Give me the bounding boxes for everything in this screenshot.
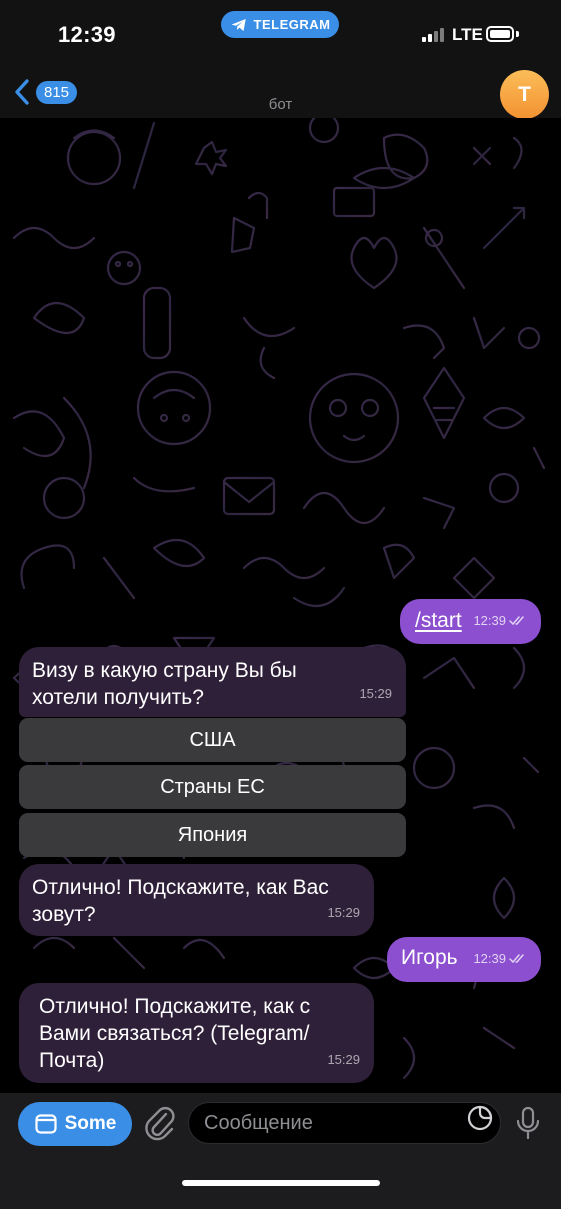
telegram-plane-icon bbox=[231, 18, 246, 31]
keyboard-button-eu[interactable]: Страны ЕС bbox=[19, 765, 406, 809]
message-meta: 12:39 bbox=[473, 945, 527, 972]
network-type: LTE bbox=[452, 25, 483, 44]
message-time: 15:29 bbox=[327, 905, 360, 920]
message-time: 12:39 bbox=[473, 613, 506, 628]
microphone-icon[interactable] bbox=[514, 1106, 542, 1140]
double-check-icon bbox=[509, 953, 524, 963]
bot-menu-button[interactable]: Some bbox=[18, 1102, 132, 1146]
chat-header: 815 бот T bbox=[0, 62, 561, 119]
message-incoming[interactable]: Отлично! Подскажите, как Вас зовут? 15:2… bbox=[19, 864, 374, 936]
message-meta: 12:39 bbox=[473, 607, 527, 634]
message-time: 15:29 bbox=[327, 1052, 360, 1067]
chat-area[interactable]: /start 12:39 Визу в какую страну Вы бы х… bbox=[4, 118, 557, 1093]
battery-icon bbox=[486, 26, 514, 42]
avatar[interactable]: T bbox=[500, 70, 549, 119]
message-input[interactable] bbox=[204, 1111, 444, 1135]
keyboard-button-usa[interactable]: США bbox=[19, 718, 406, 762]
telegram-pill[interactable]: TELEGRAM bbox=[221, 11, 339, 38]
message-time: 15:29 bbox=[359, 686, 392, 701]
message-field[interactable] bbox=[188, 1102, 501, 1144]
message-incoming[interactable]: Отлично! Подскажите, как с Вами связатьс… bbox=[19, 983, 374, 1083]
chat-title[interactable]: бот bbox=[0, 96, 561, 113]
telegram-pill-label: TELEGRAM bbox=[253, 17, 331, 32]
battery-tip bbox=[516, 31, 519, 37]
keyboard-button-japan[interactable]: Япония bbox=[19, 813, 406, 857]
paperclip-icon[interactable] bbox=[144, 1105, 176, 1143]
message-text: Визу в какую страну Вы бы хотели получит… bbox=[32, 659, 297, 709]
bot-menu-icon bbox=[35, 1114, 57, 1134]
message-time: 12:39 bbox=[473, 951, 506, 966]
bot-menu-label: Some bbox=[64, 1113, 117, 1134]
status-time: 12:39 bbox=[58, 22, 116, 47]
message-outgoing[interactable]: /start 12:39 bbox=[400, 599, 541, 644]
status-bar: 12:39 TELEGRAM LTE bbox=[0, 0, 561, 62]
sticker-icon[interactable] bbox=[466, 1104, 494, 1132]
signal-icon bbox=[422, 28, 444, 42]
home-indicator[interactable] bbox=[182, 1180, 380, 1186]
double-check-icon bbox=[509, 615, 524, 625]
message-text: Отлично! Подскажите, как с Вами связатьс… bbox=[39, 995, 311, 1072]
message-text: Отлично! Подскажите, как Вас зовут? bbox=[32, 876, 329, 926]
message-incoming[interactable]: Визу в какую страну Вы бы хотели получит… bbox=[19, 647, 406, 717]
message-outgoing[interactable]: Игорь 12:39 bbox=[387, 937, 541, 982]
